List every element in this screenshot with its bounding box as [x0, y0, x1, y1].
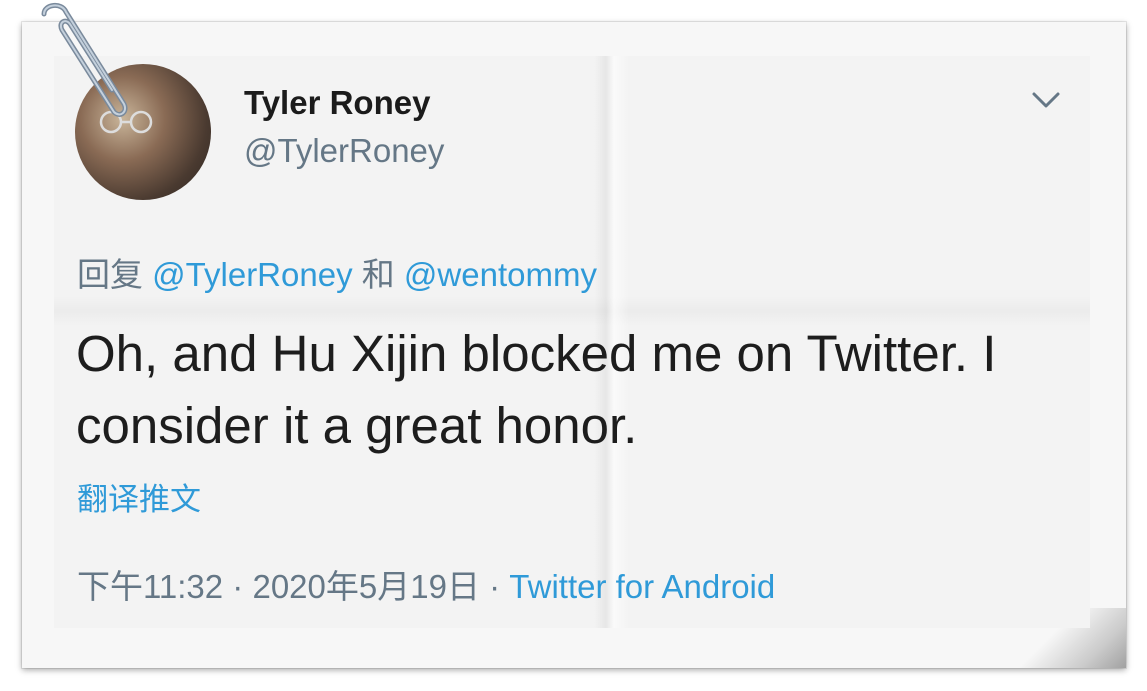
reply-mention-tylerroney[interactable]: @TylerRoney [152, 256, 352, 293]
tweet-source-link[interactable]: Twitter for Android [509, 568, 775, 605]
tweet-metadata: 下午11:32 · 2020年5月19日 · Twitter for Andro… [77, 560, 775, 608]
tweet-time[interactable]: 下午11:32 [77, 568, 223, 605]
reply-joiner: 和 [352, 256, 404, 293]
meta-separator: · [223, 568, 253, 605]
display-name[interactable]: Tyler Roney [244, 84, 430, 122]
chevron-down-icon[interactable] [1030, 86, 1062, 114]
reply-context: 回复 @TylerRoney 和 @wentommy [77, 248, 597, 296]
tweet-text: Oh, and Hu Xijin blocked me on Twitter. … [76, 325, 997, 454]
user-handle[interactable]: @TylerRoney [244, 132, 444, 170]
meta-separator: · [479, 568, 510, 605]
reply-mention-wentommy[interactable]: @wentommy [404, 256, 597, 293]
paperclip-icon [41, 3, 128, 117]
tweet-date[interactable]: 2020年5月19日 [252, 568, 479, 605]
translate-tweet-link[interactable]: 翻译推文 [77, 474, 201, 519]
reply-prefix: 回复 [77, 256, 153, 293]
